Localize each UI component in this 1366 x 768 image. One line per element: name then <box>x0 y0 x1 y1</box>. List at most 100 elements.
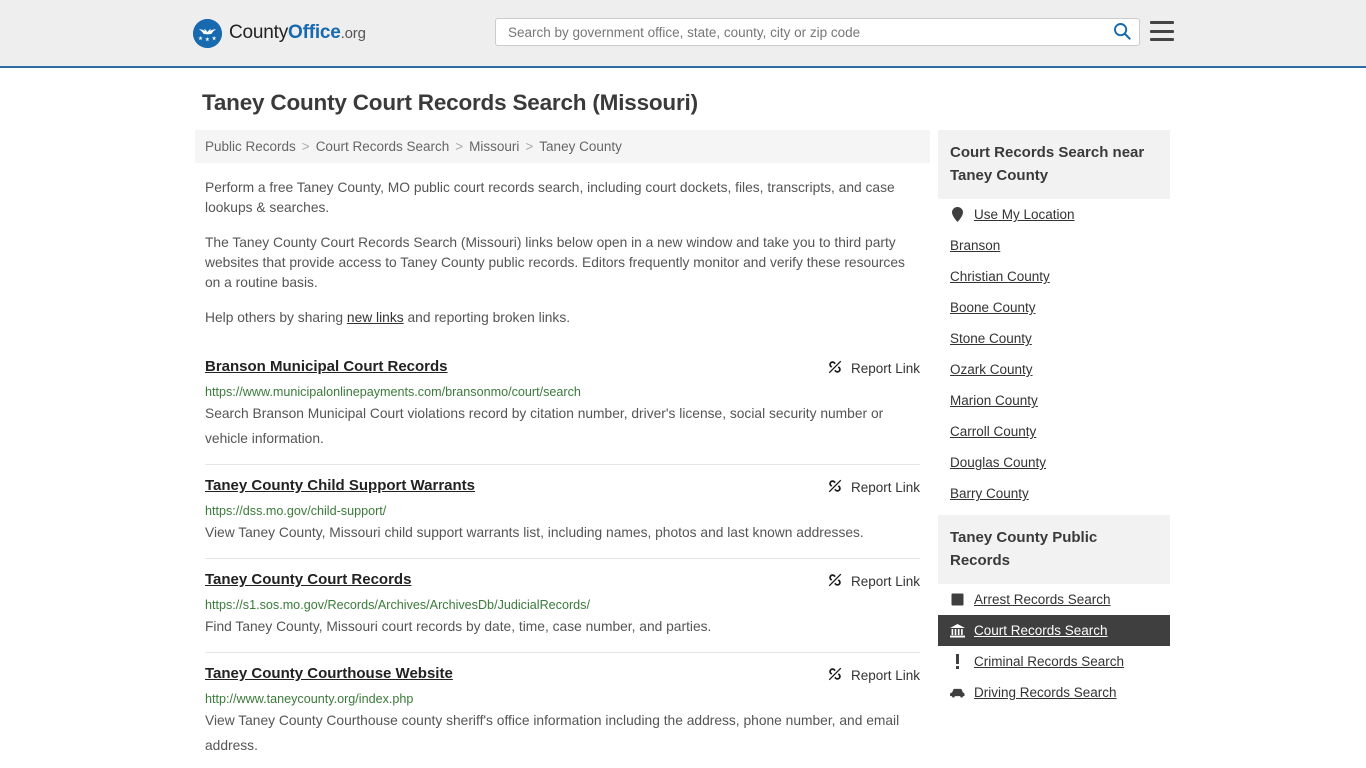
result-title-link[interactable]: Taney County Court Records <box>205 571 411 589</box>
sidebar-link-label[interactable]: Douglas County <box>950 455 1046 470</box>
broken-link-icon <box>827 478 843 497</box>
result-item: Branson Municipal Court Records Report L… <box>205 346 920 464</box>
page-body: Taney County Court Records Search (Misso… <box>0 68 1366 768</box>
brand-part-org: .org <box>340 25 366 42</box>
sidebar-link-label[interactable]: Ozark County <box>950 362 1033 377</box>
public-records-heading: Taney County Public Records <box>938 515 1170 584</box>
sidebar-item-douglas-county[interactable]: Douglas County <box>938 447 1170 478</box>
sidebar-link-label[interactable]: Driving Records Search <box>974 685 1117 700</box>
main-content: Public Records > Court Records Search > … <box>195 130 930 768</box>
intro-paragraph-2: The Taney County Court Records Search (M… <box>205 235 905 290</box>
breadcrumb-item-taney-county[interactable]: Taney County <box>539 139 622 154</box>
sidebar: Court Records Search near Taney County U… <box>938 130 1170 768</box>
broken-link-icon <box>827 572 843 591</box>
result-item: Taney County Child Support Warrants Repo… <box>205 464 920 558</box>
content-columns: Public Records > Court Records Search > … <box>0 130 1366 768</box>
sidebar-item-court-records-search[interactable]: Court Records Search <box>938 615 1170 646</box>
sidebar-link-label[interactable]: Court Records Search <box>974 623 1108 638</box>
report-link-button[interactable]: Report Link <box>827 478 920 497</box>
result-description: View Taney County Courthouse county sher… <box>205 713 900 753</box>
sidebar-item-barry-county[interactable]: Barry County <box>938 478 1170 509</box>
result-item: Taney County Court Records Report Link h… <box>205 558 920 652</box>
result-url: http://www.taneycounty.org/index.php <box>205 692 414 706</box>
fingerprint-square-icon <box>950 592 965 607</box>
nearby-searches-panel: Court Records Search near Taney County U… <box>938 130 1170 509</box>
sidebar-item-driving-records-search[interactable]: Driving Records Search <box>938 677 1170 708</box>
report-link-label: Report Link <box>850 361 920 376</box>
sidebar-item-ozark-county[interactable]: Ozark County <box>938 354 1170 385</box>
result-url: https://www.municipalonlinepayments.com/… <box>205 385 581 399</box>
sidebar-link-label[interactable]: Carroll County <box>950 424 1036 439</box>
hamburger-bar <box>1150 38 1174 41</box>
public-records-list: Arrest Records Search Court Records Sear… <box>938 584 1170 708</box>
search-bar[interactable] <box>495 18 1140 46</box>
public-records-panel: Taney County Public Records Arrest Recor… <box>938 515 1170 708</box>
hamburger-bar <box>1150 21 1174 24</box>
sidebar-item-carroll-county[interactable]: Carroll County <box>938 416 1170 447</box>
breadcrumb: Public Records > Court Records Search > … <box>195 130 930 163</box>
sidebar-link-label[interactable]: Barry County <box>950 486 1029 501</box>
nearby-searches-list: Use My Location Branson Christian County… <box>938 199 1170 509</box>
sidebar-link-label[interactable]: Arrest Records Search <box>974 592 1111 607</box>
broken-link-icon <box>827 359 843 378</box>
sidebar-item-use-my-location[interactable]: Use My Location <box>938 199 1170 230</box>
courthouse-bank-icon <box>950 623 965 638</box>
sidebar-link-label[interactable]: Use My Location <box>974 207 1075 222</box>
result-header: Taney County Child Support Warrants Repo… <box>205 477 920 497</box>
result-url: https://dss.mo.gov/child-support/ <box>205 504 387 518</box>
nearby-searches-heading: Court Records Search near Taney County <box>938 130 1170 199</box>
new-links-link[interactable]: new links <box>347 310 404 325</box>
report-link-label: Report Link <box>850 668 920 683</box>
sidebar-item-christian-county[interactable]: Christian County <box>938 261 1170 292</box>
search-input[interactable] <box>506 23 1111 41</box>
result-header: Taney County Court Records Report Link <box>205 571 920 591</box>
report-link-button[interactable]: Report Link <box>827 666 920 685</box>
breadcrumb-item-missouri[interactable]: Missouri <box>469 139 519 154</box>
results-list: Branson Municipal Court Records Report L… <box>195 346 930 768</box>
intro-p3-after: and reporting broken links. <box>403 310 571 325</box>
hamburger-bar <box>1150 29 1174 33</box>
report-link-button[interactable]: Report Link <box>827 359 920 378</box>
breadcrumb-item-public-records[interactable]: Public Records <box>205 139 296 154</box>
sidebar-item-branson[interactable]: Branson <box>938 230 1170 261</box>
report-link-button[interactable]: Report Link <box>827 572 920 591</box>
sidebar-item-criminal-records-search[interactable]: Criminal Records Search <box>938 646 1170 677</box>
result-description: View Taney County, Missouri child suppor… <box>205 525 864 540</box>
sidebar-item-arrest-records-search[interactable]: Arrest Records Search <box>938 584 1170 615</box>
breadcrumb-separator: > <box>455 139 464 154</box>
result-title-link[interactable]: Taney County Child Support Warrants <box>205 477 475 495</box>
search-icon <box>1113 22 1131 43</box>
hamburger-menu-icon[interactable] <box>1150 21 1174 41</box>
site-logo-text: CountyOffice.org <box>229 22 366 44</box>
search-button[interactable] <box>1111 22 1133 43</box>
sidebar-link-label[interactable]: Criminal Records Search <box>974 654 1124 669</box>
result-title-link[interactable]: Taney County Courthouse Website <box>205 665 453 683</box>
sidebar-link-label[interactable]: Christian County <box>950 269 1050 284</box>
brand-part-office: Office <box>288 22 341 43</box>
intro-paragraph-1: Perform a free Taney County, MO public c… <box>205 180 895 215</box>
sidebar-item-boone-county[interactable]: Boone County <box>938 292 1170 323</box>
result-url: https://s1.sos.mo.gov/Records/Archives/A… <box>205 598 590 612</box>
intro-paragraph-3: Help others by sharing new links and rep… <box>205 308 920 328</box>
report-link-label: Report Link <box>850 480 920 495</box>
sidebar-link-label[interactable]: Stone County <box>950 331 1032 346</box>
intro-section: Perform a free Taney County, MO public c… <box>195 178 930 328</box>
car-icon <box>950 685 965 700</box>
result-description: Search Branson Municipal Court violation… <box>205 406 884 446</box>
eagle-shield-logo-icon <box>193 18 222 48</box>
sidebar-item-marion-county[interactable]: Marion County <box>938 385 1170 416</box>
breadcrumb-separator: > <box>301 139 310 154</box>
sidebar-item-stone-county[interactable]: Stone County <box>938 323 1170 354</box>
site-header: CountyOffice.org <box>0 0 1366 68</box>
sidebar-link-label[interactable]: Boone County <box>950 300 1036 315</box>
breadcrumb-item-court-records-search[interactable]: Court Records Search <box>316 139 450 154</box>
site-logo[interactable]: CountyOffice.org <box>193 18 366 48</box>
exclamation-icon <box>950 654 965 669</box>
brand-part-county: County <box>229 22 289 43</box>
result-header: Taney County Courthouse Website Report L… <box>205 665 920 685</box>
sidebar-link-label[interactable]: Branson <box>950 238 1000 253</box>
report-link-label: Report Link <box>850 574 920 589</box>
result-description: Find Taney County, Missouri court record… <box>205 619 712 634</box>
result-title-link[interactable]: Branson Municipal Court Records <box>205 358 448 376</box>
sidebar-link-label[interactable]: Marion County <box>950 393 1038 408</box>
